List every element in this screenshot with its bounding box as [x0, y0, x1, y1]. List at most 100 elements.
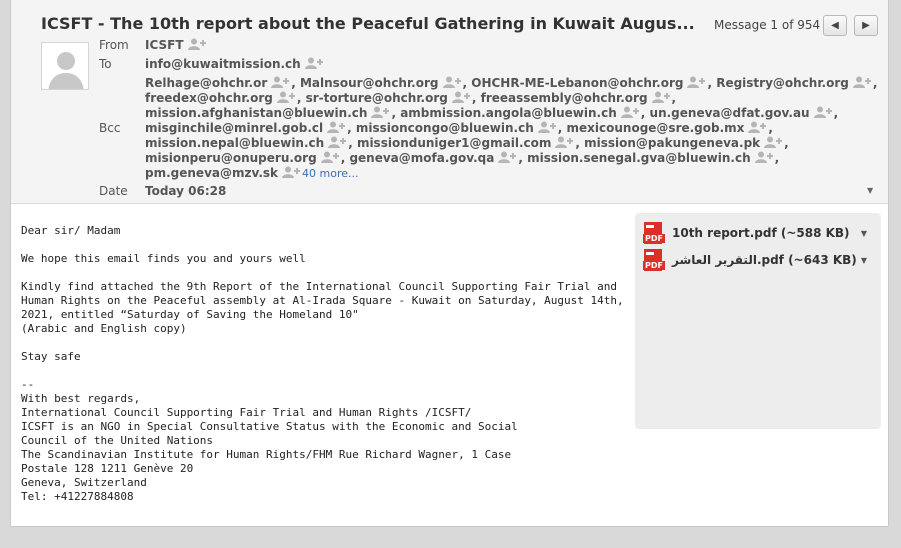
separator: ,	[340, 151, 346, 165]
recipient-address[interactable]: misionperu@onuperu.org	[145, 151, 317, 165]
message-counter: Message 1 of 954	[714, 18, 821, 32]
chevron-left-icon: ◀	[831, 20, 839, 31]
expand-header-icon[interactable]: ▼	[867, 186, 873, 195]
add-contact-icon[interactable]	[282, 166, 301, 178]
add-contact-icon[interactable]	[327, 121, 346, 133]
previous-message-button[interactable]: ◀	[823, 15, 847, 36]
body-line: The Scandinavian Institute for Human Rig…	[21, 448, 512, 461]
recipient-address[interactable]: freeassembly@ohchr.org	[481, 91, 648, 105]
attachment-menu-icon[interactable]: ▼	[861, 229, 867, 238]
add-contact-icon[interactable]	[620, 106, 640, 118]
recipient-line: mission.nepal@bluewin.ch, missionduniger…	[145, 136, 789, 150]
message-subject: ICSFT - The 10th report about the Peacef…	[41, 14, 695, 33]
separator: ,	[768, 121, 773, 135]
body-line: Dear sir/ Madam	[21, 224, 121, 237]
more-recipients-link[interactable]: 40 more...	[302, 167, 358, 180]
add-contact-icon[interactable]	[276, 91, 296, 103]
separator: ,	[348, 136, 353, 150]
add-contact-icon[interactable]	[187, 38, 207, 50]
from-field: ICSFT	[145, 38, 208, 52]
body-line: Tel: +41227884808	[21, 490, 134, 503]
chevron-right-icon: ▶	[862, 20, 870, 31]
add-contact-icon[interactable]	[852, 76, 872, 88]
recipient-address[interactable]: un.geneva@dfat.gov.au	[650, 106, 810, 120]
recipient-address[interactable]: missioncongo@bluewin.ch	[356, 121, 534, 135]
add-contact-icon[interactable]	[764, 136, 783, 148]
body-line: --	[21, 378, 35, 391]
recipient-address[interactable]: pm.geneva@mzv.sk	[145, 166, 278, 180]
separator: ,	[575, 136, 580, 150]
body-line	[21, 238, 624, 252]
recipient-address[interactable]: mission.senegal.gva@bluewin.ch	[527, 151, 751, 165]
recipient-line: mission.afghanistan@bluewin.ch, ambmissi…	[145, 106, 838, 120]
add-contact-icon[interactable]	[748, 121, 767, 133]
sender-avatar	[41, 42, 89, 90]
add-contact-icon[interactable]	[442, 76, 462, 88]
date-label: Date	[99, 184, 128, 198]
recipient-address[interactable]: mission.nepal@bluewin.ch	[145, 136, 324, 150]
separator: ,	[671, 91, 677, 105]
message-view: ICSFT - The 10th report about the Peacef…	[10, 0, 889, 527]
body-line	[21, 336, 624, 350]
attachment-menu-icon[interactable]: ▼	[861, 256, 867, 265]
separator: ,	[471, 91, 477, 105]
body-line: International Council Supporting Fair Tr…	[21, 406, 472, 419]
to-label: To	[99, 57, 112, 71]
add-contact-icon[interactable]	[555, 136, 574, 148]
attachment-item[interactable]: PDF التقرير العاشر.pdf (~643 KB) ▼	[643, 249, 873, 271]
add-contact-icon[interactable]	[328, 136, 347, 148]
add-contact-icon[interactable]	[537, 121, 557, 133]
body-line: Stay safe	[21, 350, 81, 363]
separator: ,	[640, 106, 646, 120]
recipient-address[interactable]: Registry@ohchr.org	[716, 76, 849, 90]
recipient-address[interactable]: mission@pakungeneva.pk	[584, 136, 760, 150]
recipient-line: misginchile@minrel.gob.cl, missioncongo@…	[145, 121, 773, 135]
separator: ,	[557, 121, 563, 135]
from-label: From	[99, 38, 129, 52]
separator: ,	[462, 76, 468, 90]
recipient-address[interactable]: geneva@mofa.gov.qa	[349, 151, 494, 165]
add-contact-icon[interactable]	[271, 76, 290, 88]
add-contact-icon[interactable]	[451, 91, 471, 103]
next-message-button[interactable]: ▶	[854, 15, 878, 36]
add-contact-icon[interactable]	[304, 57, 324, 69]
message-body: Dear sir/ Madam We hope this email finds …	[21, 224, 624, 504]
attachment-item[interactable]: PDF 10th report.pdf (~588 KB) ▼	[643, 222, 873, 244]
to-field: info@kuwaitmission.ch	[145, 57, 325, 71]
add-contact-icon[interactable]	[651, 91, 671, 103]
body-line: Kindly find attached the 9th Report of t…	[21, 280, 618, 293]
to-address[interactable]: info@kuwaitmission.ch	[145, 57, 301, 71]
recipient-address[interactable]: Malnsour@ohchr.org	[300, 76, 439, 90]
add-contact-icon[interactable]	[687, 76, 706, 88]
body-line: Human Rights on the Peaceful assembly at…	[21, 294, 624, 307]
add-contact-icon[interactable]	[320, 151, 340, 163]
separator: ,	[518, 151, 523, 165]
body-line: ICSFT is an NGO in Special Consultative …	[21, 420, 518, 433]
recipient-address[interactable]: mexicounoge@sre.gob.mx	[567, 121, 745, 135]
body-line: Council of the United Nations	[21, 434, 214, 447]
recipient-address[interactable]: sr-torture@ohchr.org	[306, 91, 448, 105]
from-address[interactable]: ICSFT	[145, 38, 184, 52]
pdf-badge-text: PDF	[645, 234, 663, 243]
recipient-address[interactable]: missionduniger1@gmail.com	[357, 136, 551, 150]
recipient-address[interactable]: freedex@ohchr.org	[145, 91, 273, 105]
recipient-address[interactable]: Relhage@ohchr.or	[145, 76, 267, 90]
separator: ,	[872, 76, 878, 90]
separator: ,	[347, 121, 352, 135]
attachment-name[interactable]: التقرير العاشر.pdf (~643 KB)	[672, 253, 857, 267]
pdf-file-icon: PDF	[643, 249, 665, 271]
recipient-address[interactable]: ambmission.angola@bluewin.ch	[400, 106, 617, 120]
recipient-address[interactable]: OHCHR-ME-Lebanon@ohchr.org	[471, 76, 683, 90]
attachment-name[interactable]: 10th report.pdf (~588 KB)	[672, 226, 850, 240]
recipient-address[interactable]: misginchile@minrel.gob.cl	[145, 121, 323, 135]
body-line: Geneva, Switzerland	[21, 476, 147, 489]
body-line: Postale 128 1211 Genève 20	[21, 462, 194, 475]
add-contact-icon[interactable]	[371, 106, 390, 118]
add-contact-icon[interactable]	[813, 106, 833, 118]
add-contact-icon[interactable]	[754, 151, 774, 163]
separator: ,	[291, 76, 296, 90]
recipient-address[interactable]: mission.afghanistan@bluewin.ch	[145, 106, 367, 120]
add-contact-icon[interactable]	[498, 151, 517, 163]
message-header: ICSFT - The 10th report about the Peacef…	[11, 0, 888, 204]
recipient-line: freedex@ohchr.org, sr-torture@ohchr.org,…	[145, 91, 676, 105]
